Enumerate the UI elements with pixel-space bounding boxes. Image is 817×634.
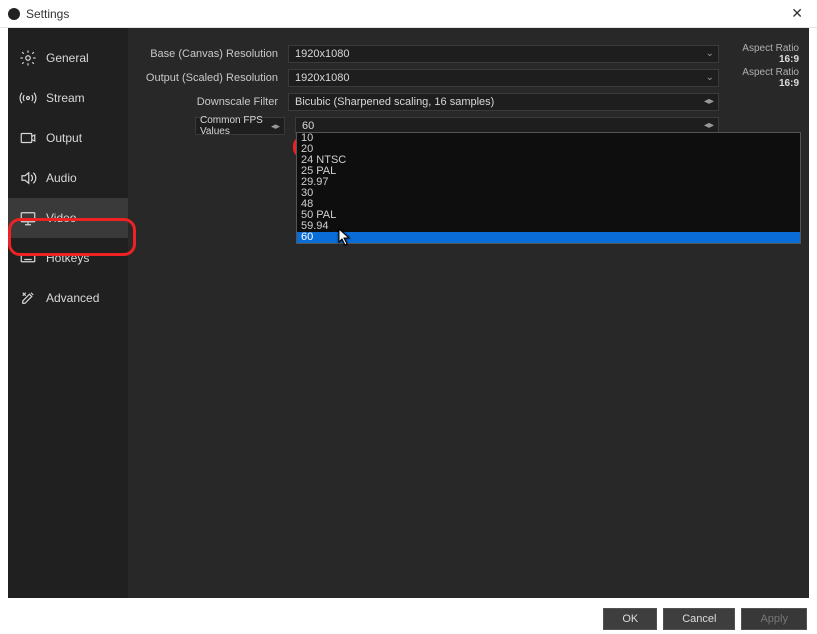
- ok-button[interactable]: OK: [603, 608, 657, 630]
- content-area: General Stream Output Audio Video: [8, 28, 809, 598]
- fps-type-label: Common FPS Values: [200, 115, 271, 137]
- fps-value: 60: [302, 120, 314, 132]
- fps-dropdown[interactable]: 10 20 24 NTSC 25 PAL 29.97 30 48 50 PAL …: [296, 132, 801, 244]
- downscale-filter-row: Downscale Filter Bicubic (Sharpened scal…: [138, 92, 799, 112]
- fps-option[interactable]: 48: [297, 199, 800, 210]
- output-icon: [18, 128, 38, 148]
- fps-option[interactable]: 25 PAL: [297, 166, 800, 177]
- close-button[interactable]: ✕: [785, 5, 809, 22]
- titlebar: Settings ✕: [0, 0, 817, 28]
- sidebar-item-label: Stream: [46, 91, 85, 105]
- base-resolution-row: Base (Canvas) Resolution 1920x1080 ⌄ Asp…: [138, 44, 799, 64]
- speaker-icon: [18, 168, 38, 188]
- fps-option[interactable]: 20: [297, 144, 800, 155]
- dialog-footer: OK Cancel Apply: [603, 608, 807, 630]
- chevron-down-icon: ⌄: [706, 48, 714, 59]
- sidebar-item-general[interactable]: General: [8, 38, 128, 78]
- sidebar-item-label: Output: [46, 131, 82, 145]
- chevron-down-icon: ⌄: [706, 72, 714, 83]
- base-aspect-ratio: Aspect Ratio 16:9: [719, 43, 799, 65]
- sidebar-item-label: Audio: [46, 171, 77, 185]
- output-resolution-select[interactable]: 1920x1080 ⌄: [288, 69, 719, 87]
- keyboard-icon: [18, 248, 38, 268]
- downscale-filter-value: Bicubic (Sharpened scaling, 16 samples): [295, 96, 494, 108]
- fps-option[interactable]: 30: [297, 188, 800, 199]
- cancel-button[interactable]: Cancel: [663, 608, 735, 630]
- gear-icon: [18, 48, 38, 68]
- sidebar-item-video[interactable]: Video: [8, 198, 128, 238]
- sidebar-item-output[interactable]: Output: [8, 118, 128, 158]
- broadcast-icon: [18, 88, 38, 108]
- base-resolution-label: Base (Canvas) Resolution: [138, 48, 288, 60]
- video-settings-panel: Base (Canvas) Resolution 1920x1080 ⌄ Asp…: [128, 28, 809, 598]
- sidebar-item-label: Video: [46, 211, 76, 225]
- base-resolution-value: 1920x1080: [295, 48, 349, 60]
- downscale-filter-select[interactable]: Bicubic (Sharpened scaling, 16 samples) …: [288, 93, 719, 111]
- output-aspect-ratio: Aspect Ratio 16:9: [719, 67, 799, 89]
- window-title: Settings: [26, 7, 785, 21]
- output-resolution-value: 1920x1080: [295, 72, 349, 84]
- fps-option[interactable]: 29.97: [297, 177, 800, 188]
- tools-icon: [18, 288, 38, 308]
- monitor-icon: [18, 208, 38, 228]
- fps-option[interactable]: 24 NTSC: [297, 155, 800, 166]
- fps-option[interactable]: 59.94: [297, 221, 800, 232]
- sidebar-item-label: General: [46, 51, 89, 65]
- sidebar-item-stream[interactable]: Stream: [8, 78, 128, 118]
- sidebar-item-hotkeys[interactable]: Hotkeys: [8, 238, 128, 278]
- spinner-icon: ◂▸: [704, 120, 714, 131]
- output-resolution-label: Output (Scaled) Resolution: [138, 72, 288, 84]
- output-resolution-row: Output (Scaled) Resolution 1920x1080 ⌄ A…: [138, 68, 799, 88]
- fps-option[interactable]: 50 PAL: [297, 210, 800, 221]
- spinner-icon: ◂▸: [271, 121, 280, 132]
- downscale-filter-label: Downscale Filter: [138, 96, 288, 108]
- app-icon: [8, 8, 20, 20]
- spinner-icon: ◂▸: [704, 96, 714, 107]
- fps-option-selected[interactable]: 60: [297, 232, 800, 243]
- sidebar-item-label: Hotkeys: [46, 251, 89, 265]
- sidebar-item-label: Advanced: [46, 291, 99, 305]
- apply-button[interactable]: Apply: [741, 608, 807, 630]
- sidebar-item-audio[interactable]: Audio: [8, 158, 128, 198]
- fps-type-select[interactable]: Common FPS Values ◂▸: [195, 117, 285, 135]
- fps-option[interactable]: 10: [297, 133, 800, 144]
- base-resolution-select[interactable]: 1920x1080 ⌄: [288, 45, 719, 63]
- sidebar: General Stream Output Audio Video: [8, 28, 128, 598]
- sidebar-item-advanced[interactable]: Advanced: [8, 278, 128, 318]
